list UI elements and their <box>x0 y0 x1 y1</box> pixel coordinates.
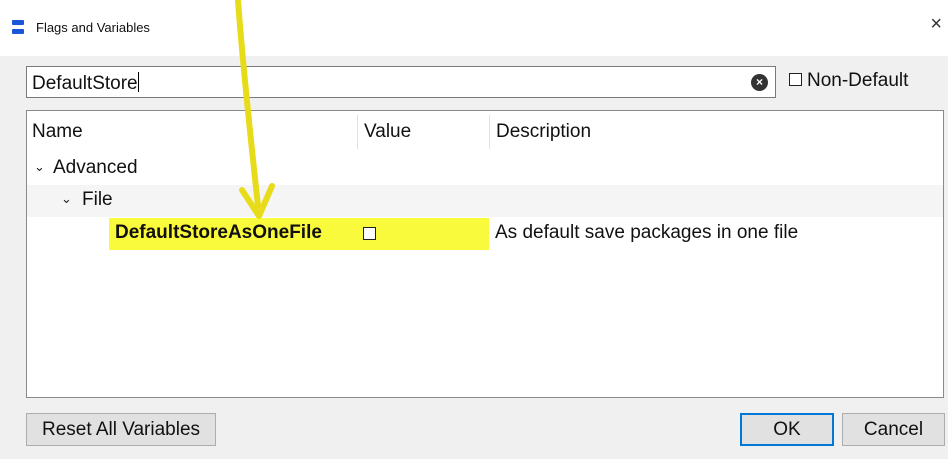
annotation-arrow <box>235 0 275 219</box>
arrow-shaft <box>235 0 261 209</box>
